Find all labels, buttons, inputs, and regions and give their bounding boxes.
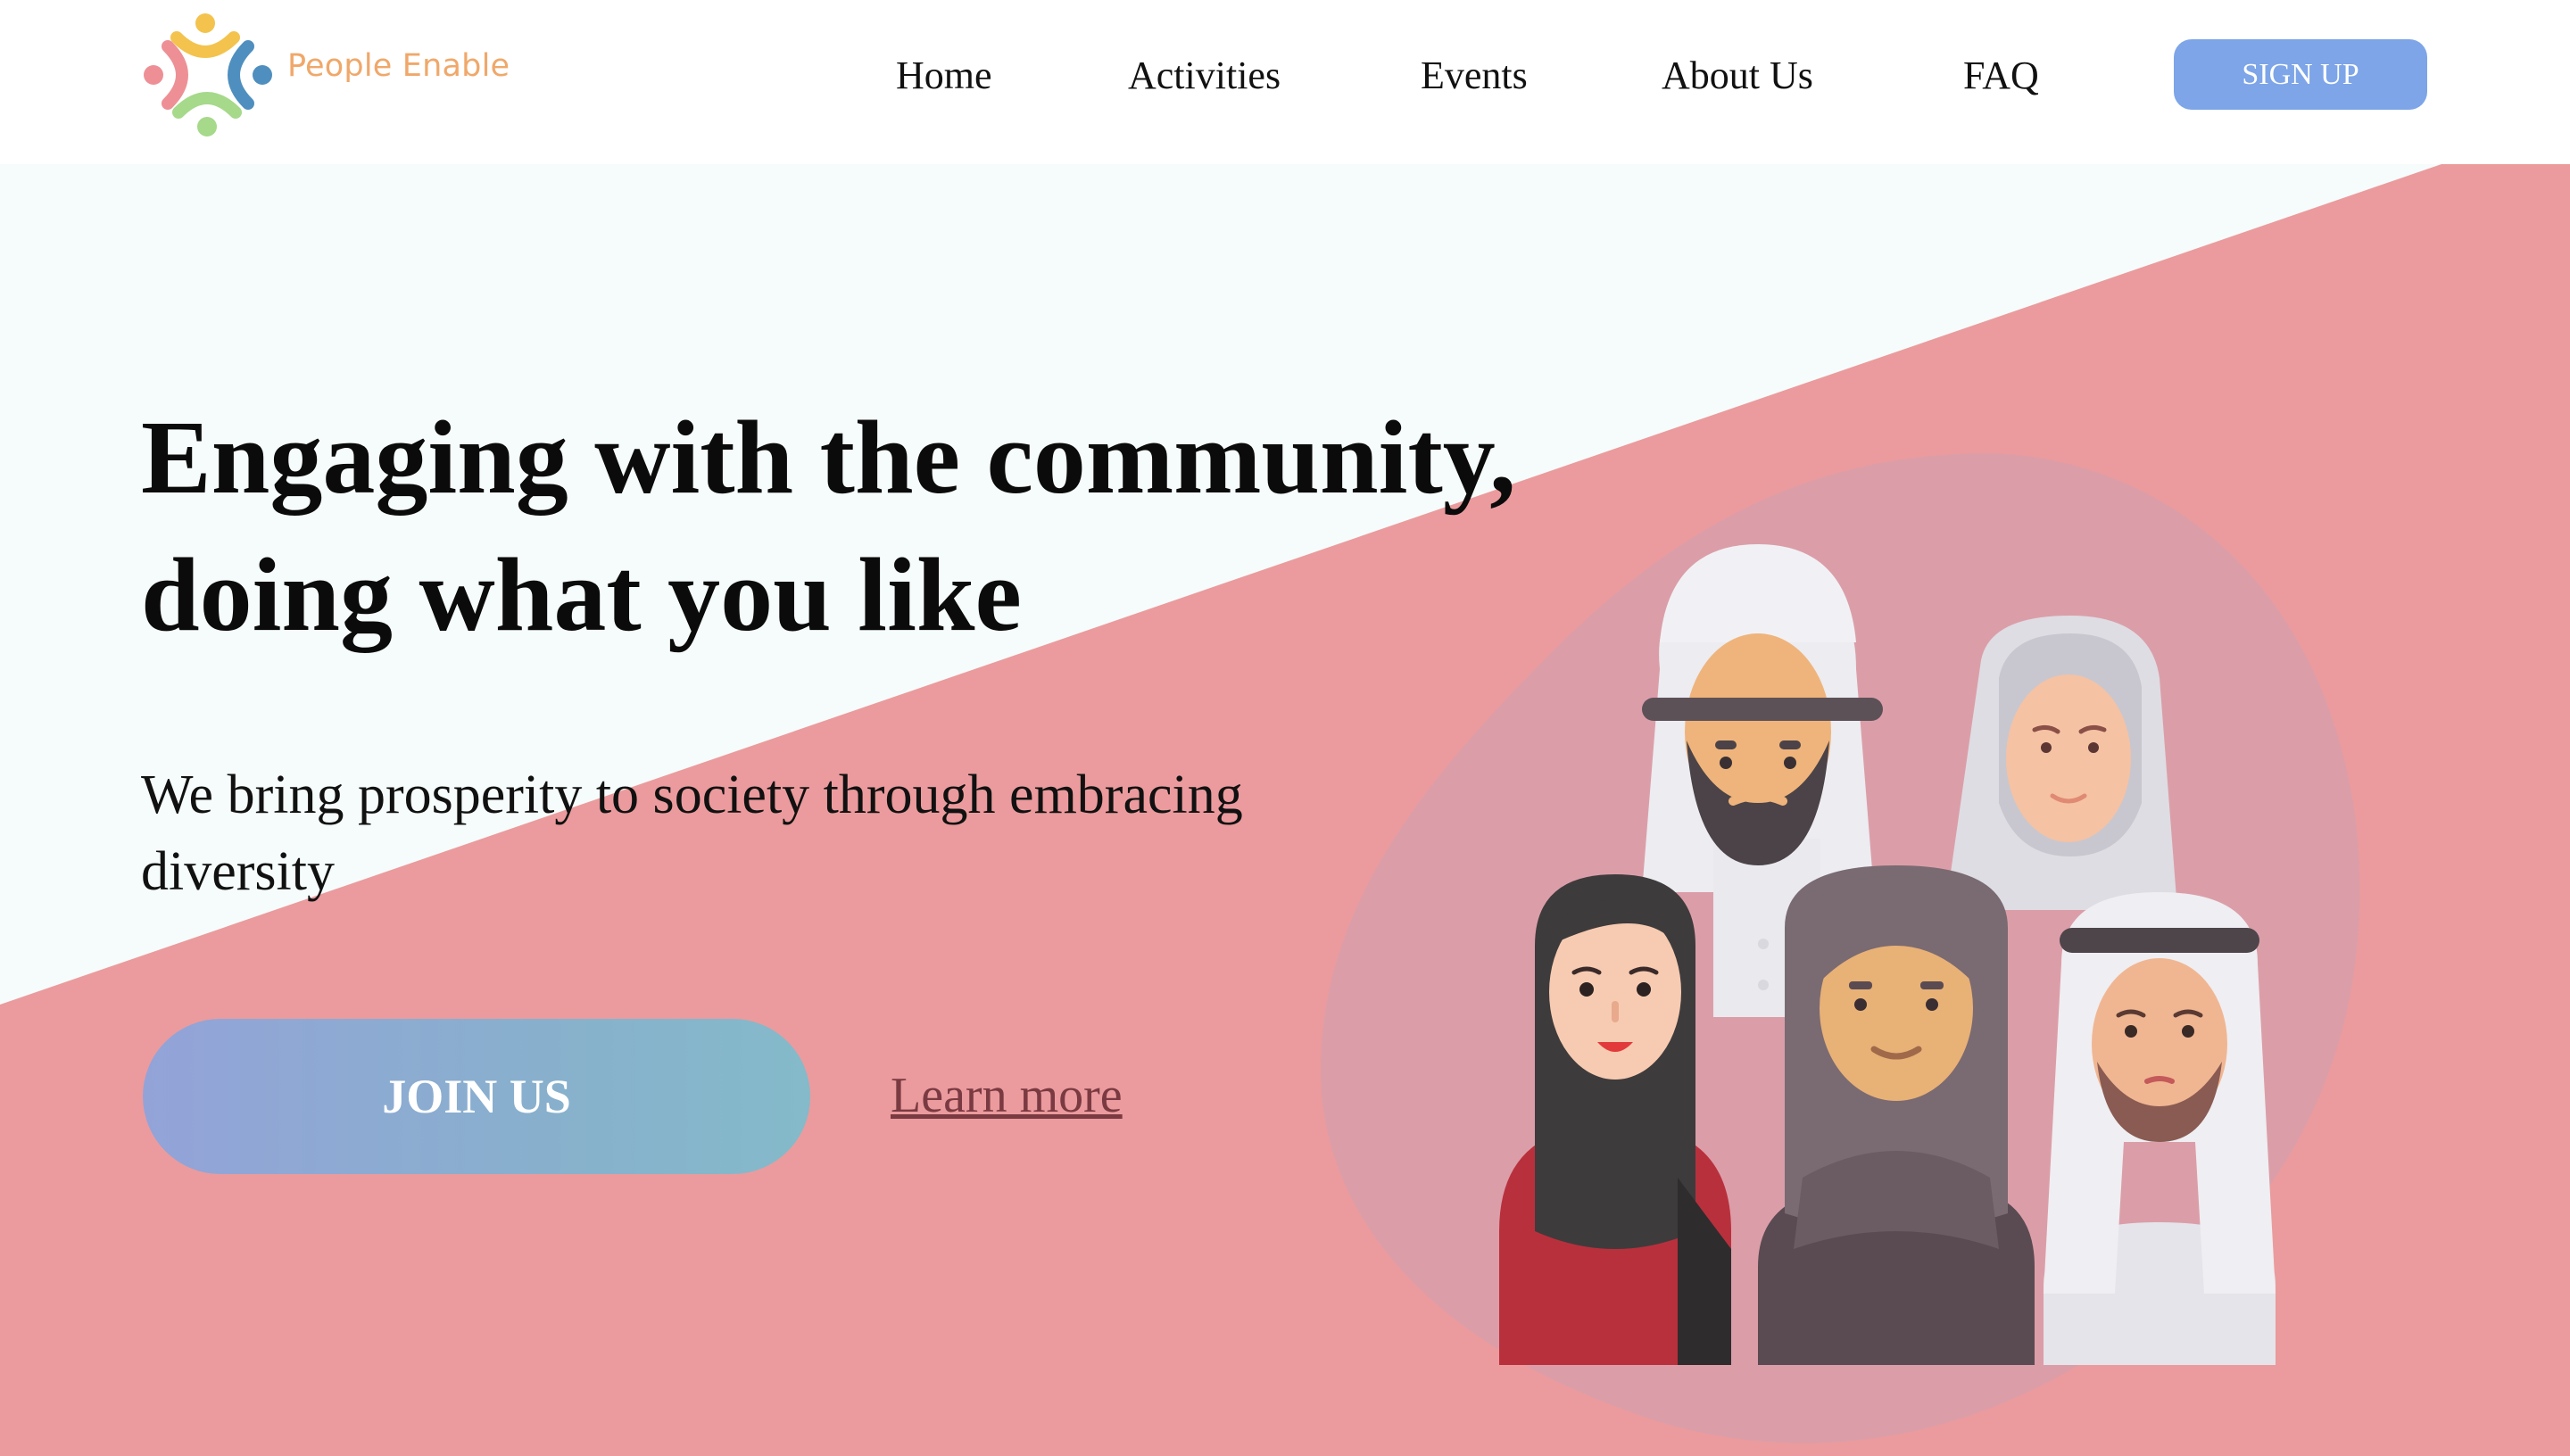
site-header: People Enable Home Activities Events Abo… [0,0,2570,164]
nav-events[interactable]: Events [1421,46,1528,105]
person-grey-hood-icon [1758,865,2035,1365]
person-man-ghutra-icon [2044,892,2276,1365]
diverse-people-group-illustration-icon [1321,453,2360,1444]
nav-faq[interactable]: FAQ [1963,46,2039,105]
learn-more-link[interactable]: Learn more [891,1067,1123,1124]
hero-subtext: We bring prosperity to society through e… [141,765,1243,902]
hero-headline-line1: Engaging with the community, [141,399,1516,516]
sign-up-button[interactable]: SIGN UP [2174,39,2427,110]
join-us-button[interactable]: JOIN US [143,1019,810,1174]
nav-activities[interactable]: Activities [1128,46,1281,105]
nav-about-us[interactable]: About Us [1662,46,1813,105]
hero-headline-line2: doing what you like [141,536,1022,653]
nav-home[interactable]: Home [896,46,992,105]
